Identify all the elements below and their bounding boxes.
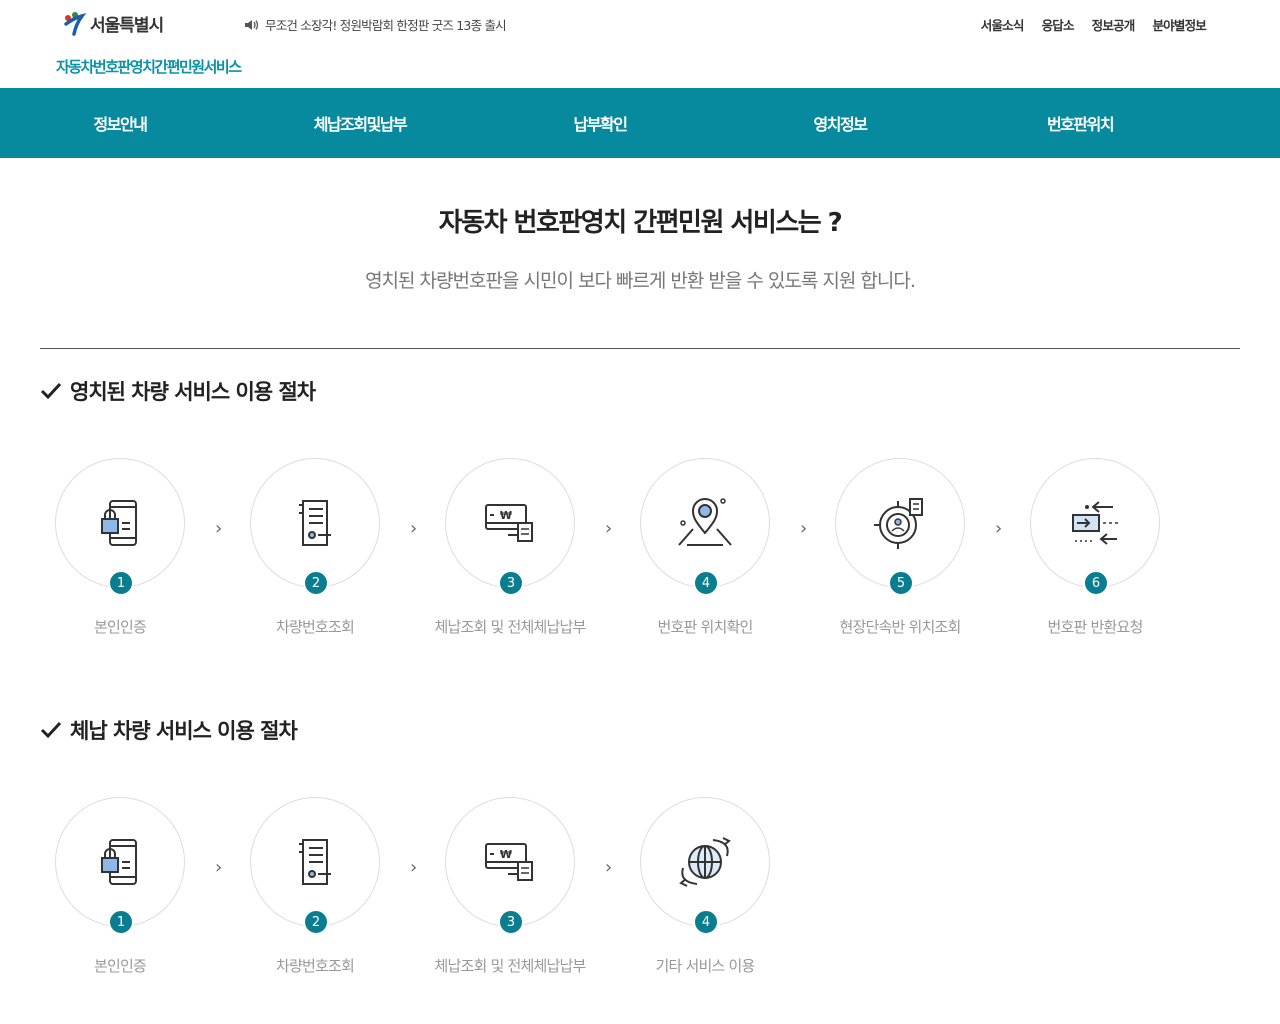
steps-seized: 1 본인인증 › 2 차량번호조회 › ₩ 3 체납조회 및 전체체납납부 › … (55, 458, 1235, 698)
step-number: 3 (498, 570, 524, 596)
step-circle: 2 (250, 458, 380, 596)
step-circle: 4 (640, 797, 770, 935)
step-label: 차량번호조회 (275, 957, 355, 975)
step-circle: 1 (55, 797, 185, 935)
document-list-icon (299, 839, 331, 885)
step-label: 번호판 위치확인 (657, 618, 754, 636)
section-title-arrears: 체납 차량 서비스 이용 절차 (40, 715, 298, 745)
chevron-right-icon: › (605, 518, 613, 539)
service-subtitle[interactable]: 자동차번호판영치간편민원서비스 (56, 56, 242, 77)
chevron-right-icon: › (410, 518, 418, 539)
step-item[interactable]: 5 현장단속반 위치조회 (835, 458, 965, 641)
util-link-info-disclosure[interactable]: 정보공개 (1092, 15, 1136, 34)
step-circle: ₩ 3 (445, 797, 575, 935)
svg-text:₩: ₩ (500, 509, 512, 522)
step-number: 2 (303, 909, 329, 935)
step-label: 본인인증 (93, 957, 147, 975)
top-header: 서울특별시 자동차번호판영치간편민원서비스 무조건 소장각! 정원박람회 한정판… (0, 0, 1280, 88)
intro-description: 영치된 차량번호판을 시민이 보다 빠르게 반환 받을 수 있도록 지원 합니다… (365, 270, 916, 292)
nav-seizure-info[interactable]: 영치정보 (720, 88, 960, 158)
globe-icon (679, 837, 731, 887)
chevron-right-icon: › (605, 857, 613, 878)
nav-info-guide[interactable]: 정보안내 (0, 88, 240, 158)
chevron-right-icon: › (995, 518, 1003, 539)
nav-plate-location[interactable]: 번호판위치 (960, 88, 1200, 158)
step-item[interactable]: ₩ 3 체납조회 및 전체체납납부 (435, 797, 586, 980)
document-list-icon (299, 500, 331, 546)
step-item[interactable]: ₩ 3 체납조회 및 전체체납납부 (435, 458, 586, 641)
step-circle: 1 (55, 458, 185, 596)
notice-text: 무조건 소장각! 정원박람회 한정판 굿즈 13종 출시 (265, 18, 507, 33)
speaker-icon (245, 19, 259, 30)
return-arrows-icon (1072, 501, 1121, 545)
util-link-eungdapso[interactable]: 응답소 (1042, 15, 1075, 34)
payment-icon: ₩ (485, 504, 533, 542)
target-person-icon (874, 498, 923, 549)
nav-arrears-payment[interactable]: 체납조회및납부 (240, 88, 480, 158)
phone-lock-icon (101, 839, 137, 885)
seoul-logo[interactable]: 서울특별시 (62, 10, 164, 36)
step-number: 6 (1083, 570, 1109, 596)
step-circle: 2 (250, 797, 380, 935)
chevron-right-icon: › (215, 857, 223, 878)
step-circle: 5 (835, 458, 965, 596)
logo-text: 서울특별시 (90, 15, 164, 36)
step-item[interactable]: 1 본인인증 (55, 458, 185, 641)
step-item[interactable]: 4 기타 서비스 이용 (640, 797, 770, 980)
step-label: 체납조회 및 전체체납납부 (434, 957, 587, 975)
section-title-text: 영치된 차량 서비스 이용 절차 (70, 380, 316, 404)
util-link-seoul-news[interactable]: 서울소식 (981, 15, 1025, 34)
step-number: 4 (693, 570, 719, 596)
phone-lock-icon (101, 500, 137, 546)
step-number: 2 (303, 570, 329, 596)
notice-ticker[interactable]: 무조건 소장각! 정원박람회 한정판 굿즈 13종 출시 (244, 15, 507, 34)
step-item[interactable]: 2 차량번호조회 (250, 797, 380, 980)
utility-links: 서울소식 응답소 정보공개 분야별정보 (981, 15, 1207, 34)
divider (40, 348, 1240, 349)
step-label: 본인인증 (93, 618, 147, 636)
step-item[interactable]: 4 번호판 위치확인 (640, 458, 770, 641)
step-label: 번호판 반환요청 (1047, 618, 1144, 636)
seoul-logo-icon (62, 10, 88, 36)
payment-icon: ₩ (485, 843, 533, 881)
step-item[interactable]: 2 차량번호조회 (250, 458, 380, 641)
section-title-seized: 영치된 차량 서비스 이용 절차 (40, 376, 316, 406)
chevron-right-icon: › (215, 518, 223, 539)
step-item[interactable]: 6 번호판 반환요청 (1030, 458, 1160, 641)
step-number: 1 (108, 909, 134, 935)
svg-text:₩: ₩ (500, 848, 512, 861)
util-link-field-info[interactable]: 분야별정보 (1152, 15, 1206, 34)
chevron-right-icon: › (410, 857, 418, 878)
chevron-right-icon: › (800, 518, 808, 539)
intro-title: 자동차 번호판영치 간편민원 서비스는 ? (438, 208, 843, 238)
nav-payment-check[interactable]: 납부확인 (480, 88, 720, 158)
step-circle: 4 (640, 458, 770, 596)
step-number: 1 (108, 570, 134, 596)
map-pin-icon (678, 498, 732, 546)
step-item[interactable]: 1 본인인증 (55, 797, 185, 980)
step-circle: ₩ 3 (445, 458, 575, 596)
step-label: 현장단속반 위치조회 (839, 618, 962, 636)
steps-arrears: 1 본인인증 › 2 차량번호조회 › ₩ 3 체납조회 및 전체체납납부 › … (55, 797, 1235, 1024)
step-circle: 6 (1030, 458, 1160, 596)
step-number: 4 (693, 909, 719, 935)
step-label: 차량번호조회 (275, 618, 355, 636)
section-title-text: 체납 차량 서비스 이용 절차 (70, 719, 298, 743)
check-icon (40, 382, 62, 400)
step-number: 5 (888, 570, 914, 596)
step-number: 3 (498, 909, 524, 935)
step-label: 기타 서비스 이용 (655, 957, 756, 975)
main-nav: 정보안내 체납조회및납부 납부확인 영치정보 번호판위치 (0, 88, 1280, 158)
step-label: 체납조회 및 전체체납납부 (434, 618, 587, 636)
check-icon (40, 721, 62, 739)
